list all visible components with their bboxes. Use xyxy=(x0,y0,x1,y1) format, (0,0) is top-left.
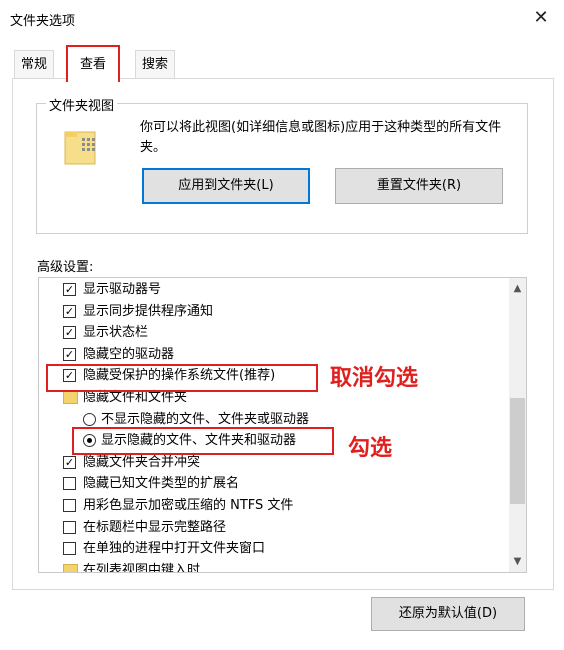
checkbox-checked-icon[interactable]: ✓ xyxy=(63,304,76,318)
checkbox-unchecked-icon[interactable] xyxy=(63,499,76,512)
checkbox-checked-icon[interactable]: ✓ xyxy=(63,369,76,383)
scroll-down-arrow-icon[interactable]: ▼ xyxy=(509,553,526,570)
restore-defaults-button[interactable]: 还原为默认值(D) xyxy=(371,597,525,631)
folder-view-description: 你可以将此视图(如详细信息或图标)应用于这种类型的所有文件夹。 xyxy=(140,120,502,155)
title-bar: 文件夹选项 ✕ xyxy=(0,0,564,36)
advanced-settings-label: 高级设置: xyxy=(37,260,94,275)
vertical-scrollbar[interactable]: ▲ ▼ xyxy=(509,278,526,572)
window-title: 文件夹选项 xyxy=(10,14,76,29)
folder-icon xyxy=(63,391,78,404)
radio-selected-icon[interactable] xyxy=(83,434,96,448)
reset-folders-button[interactable]: 重置文件夹(R) xyxy=(335,168,503,204)
setting-label: 显示隐藏的文件、文件夹和驱动器 xyxy=(101,433,297,449)
setting-label: 在列表视图中键入时 xyxy=(83,562,201,573)
setting-label: 在标题栏中显示完整路径 xyxy=(83,519,227,535)
setting-label: 隐藏文件和文件夹 xyxy=(83,390,188,405)
setting-label: 用彩色显示加密或压缩的 NTFS 文件 xyxy=(83,498,294,513)
checkbox-checked-icon[interactable]: ✓ xyxy=(63,326,76,340)
radio-unselected-icon[interactable] xyxy=(83,412,96,426)
scroll-up-arrow-icon[interactable]: ▲ xyxy=(509,280,526,297)
advanced-settings-tree[interactable]: ✓ 显示驱动器号 ✓ 显示同步提供程序通知 ✓ 显示状态栏 ✓ 隐藏空的驱动器 ✓ 隐藏受保护的操… xyxy=(38,277,527,573)
tab-search[interactable]: 搜索 xyxy=(135,50,176,79)
annotation-check: 勾选 xyxy=(348,436,393,461)
checkbox-unchecked-icon[interactable] xyxy=(63,477,76,491)
checkbox-unchecked-icon[interactable] xyxy=(63,542,76,556)
setting-label: 隐藏文件夹合并冲突 xyxy=(83,454,201,470)
folder-view-icon xyxy=(62,128,102,166)
setting-label: 不显示隐藏的文件、文件夹或驱动器 xyxy=(101,411,310,427)
setting-label: 显示同步提供程序通知 xyxy=(83,303,214,319)
checkbox-unchecked-icon[interactable] xyxy=(63,520,76,534)
folder-icon xyxy=(63,563,78,572)
close-icon[interactable]: ✕ xyxy=(530,7,552,29)
checkbox-checked-icon[interactable]: ✓ xyxy=(63,455,76,469)
setting-label: 显示驱动器号 xyxy=(83,282,162,297)
setting-label: 在单独的进程中打开文件夹窗口 xyxy=(83,541,266,557)
tab-general[interactable]: 常规 xyxy=(14,50,55,79)
folder-view-legend: 文件夹视图 xyxy=(46,95,118,114)
checkbox-checked-icon[interactable]: ✓ xyxy=(63,283,76,296)
setting-label: 显示状态栏 xyxy=(83,325,149,341)
apply-to-folders-button[interactable]: 应用到文件夹(L) xyxy=(142,168,310,204)
setting-label: 隐藏已知文件类型的扩展名 xyxy=(83,476,240,492)
annotation-uncheck: 取消勾选 xyxy=(330,366,419,391)
scroll-thumb[interactable] xyxy=(510,398,525,504)
tab-view[interactable]: 查看 xyxy=(66,45,121,82)
setting-label: 隐藏空的驱动器 xyxy=(83,346,175,362)
setting-label: 隐藏受保护的操作系统文件(推荐) xyxy=(83,368,276,384)
checkbox-checked-icon[interactable]: ✓ xyxy=(63,347,76,361)
